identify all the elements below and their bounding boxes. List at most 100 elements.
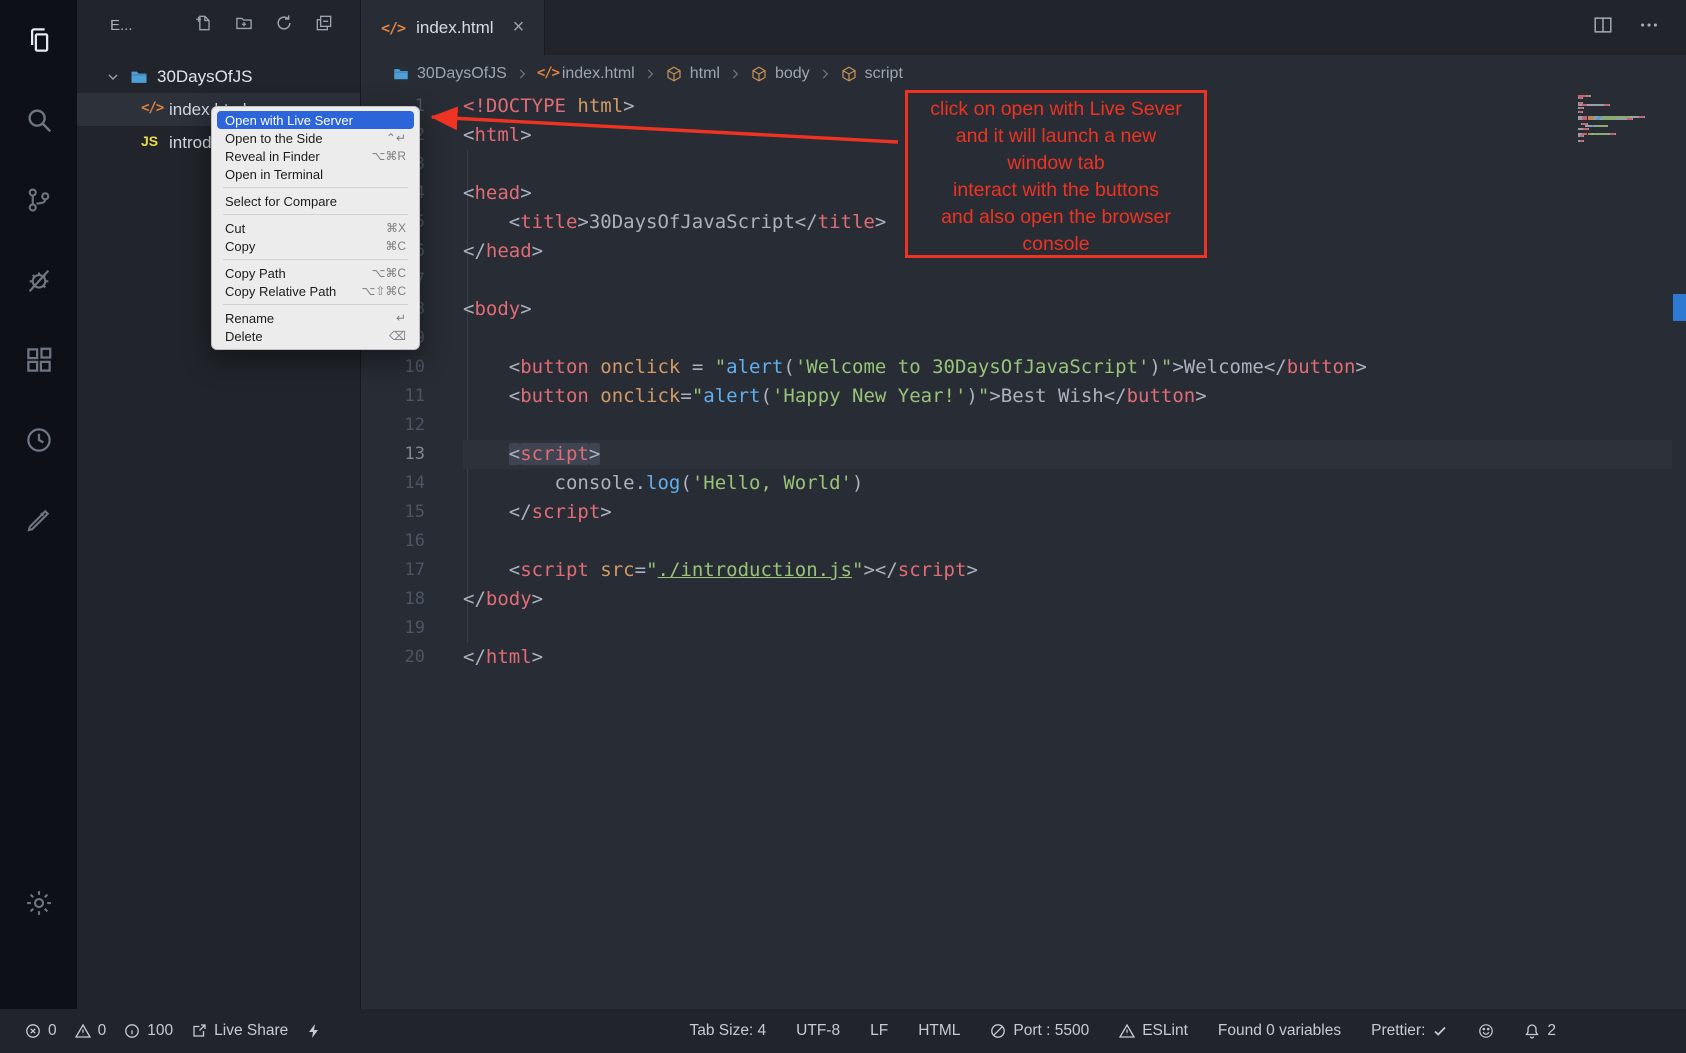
pen-icon [24, 505, 54, 535]
breadcrumb-index-html[interactable]: </>index.html [537, 65, 635, 83]
menu-item-rename[interactable]: Rename↵ [217, 309, 414, 327]
menu-item-open-to-the-side[interactable]: Open to the Side⌃↵ [217, 129, 414, 147]
folder-blue-icon [392, 65, 410, 83]
code-line-content: <script src="./introduction.js"></script… [463, 556, 1672, 585]
code-line-16[interactable]: 16 [361, 527, 1672, 556]
status-notifications[interactable]: 2 [1524, 1022, 1556, 1040]
split-editor-button[interactable] [1592, 14, 1614, 41]
status-feedback-smiley[interactable] [1478, 1023, 1494, 1039]
code-line-11[interactable]: 11 <button onclick="alert('Happy New Yea… [361, 382, 1672, 411]
new-folder-button[interactable] [234, 13, 254, 38]
menu-item-reveal-in-finder[interactable]: Reveal in Finder⌥⌘R [217, 147, 414, 165]
split-icon [1592, 14, 1614, 36]
menu-item-delete[interactable]: Delete⌫ [217, 327, 414, 345]
activity-item-source-control[interactable] [0, 160, 77, 240]
tab-index-html[interactable]: </>index.html× [361, 0, 545, 55]
code-line-13[interactable]: 13 <script> [361, 440, 1672, 469]
breadcrumb-script[interactable]: script [840, 65, 903, 83]
code-line-8[interactable]: 8<body> [361, 295, 1672, 324]
gear-icon [24, 888, 54, 918]
code-line-20[interactable]: 20</html> [361, 643, 1672, 672]
annotation-line: window tab [908, 150, 1204, 177]
status-bar: 00 100 Live Share Tab Size: 4 UTF-8 LF HTML Po… [0, 1009, 1686, 1053]
code-line-content [463, 614, 1672, 643]
code-line-15[interactable]: 15 </script> [361, 498, 1672, 527]
menu-item-select-for-compare[interactable]: Select for Compare [217, 192, 414, 210]
editor-actions [1592, 0, 1686, 55]
menu-item-cut[interactable]: Cut⌘X [217, 219, 414, 237]
menu-item-label: Rename [225, 311, 274, 326]
status-quick-action[interactable] [306, 1023, 322, 1039]
status-label: LF [870, 1022, 888, 1040]
menu-item-open-with-live-server[interactable]: Open with Live Server [217, 111, 414, 129]
menu-item-copy[interactable]: Copy⌘C [217, 237, 414, 255]
status-live-server-port[interactable]: Port : 5500 [990, 1022, 1089, 1040]
line-number: 11 [361, 382, 463, 411]
tab-label: index.html [416, 18, 493, 38]
code-line-10[interactable]: 10 <button onclick = "alert('Welcome to … [361, 353, 1672, 382]
code-line-content [463, 266, 1672, 295]
activity-item-search[interactable] [0, 80, 77, 160]
files-icon [24, 25, 54, 55]
collapse-folders-button[interactable] [314, 13, 334, 38]
status-problems-warnings[interactable]: 0 [75, 1022, 107, 1040]
menu-item-label: Copy [225, 239, 255, 254]
code-line-content: <button onclick="alert('Happy New Year!'… [463, 382, 1672, 411]
search-icon [24, 105, 54, 135]
tree-item-30daysofjs[interactable]: 30DaysOfJS [77, 60, 360, 93]
menu-item-open-in-terminal[interactable]: Open in Terminal [217, 165, 414, 183]
annotation-box: click on open with Live Severand it will… [905, 90, 1207, 258]
new-file-icon [194, 13, 214, 33]
code-line-12[interactable]: 12 [361, 411, 1672, 440]
status-live-share[interactable]: Live Share [191, 1022, 288, 1040]
line-number: 13 [361, 440, 463, 469]
activity-item-extensions[interactable] [0, 320, 77, 400]
menu-separator [223, 304, 408, 305]
activity-item-feedback[interactable] [0, 480, 77, 560]
close-icon[interactable]: × [513, 16, 525, 39]
line-number: 20 [361, 643, 463, 672]
collapse-all-icon [314, 13, 334, 33]
breadcrumb-html[interactable]: html [665, 65, 720, 83]
activity-item-run-debug[interactable] [0, 240, 77, 320]
menu-item-copy-path[interactable]: Copy Path⌥⌘C [217, 264, 414, 282]
refresh-explorer-button[interactable] [274, 13, 294, 38]
status-eslint[interactable]: ESLint [1119, 1022, 1188, 1040]
status-bar-right: Tab Size: 4 UTF-8 LF HTML Port : 5500 ESLint F… [689, 1022, 1556, 1040]
status-problems-errors[interactable]: 0 [25, 1022, 57, 1040]
menu-separator [223, 187, 408, 188]
status-problems-info[interactable]: 100 [124, 1022, 173, 1040]
warning-triangle-icon [75, 1023, 91, 1039]
menu-item-shortcut: ⌃↵ [386, 131, 406, 145]
code-line-18[interactable]: 18</body> [361, 585, 1672, 614]
breadcrumb-30daysofjs[interactable]: 30DaysOfJS [392, 65, 507, 83]
explorer-header: E... [77, 0, 360, 50]
code-line-7[interactable]: 7 [361, 266, 1672, 295]
status-language-mode[interactable]: HTML [918, 1022, 960, 1040]
warning-triangle-icon [1119, 1023, 1135, 1039]
chevron-right-icon [818, 67, 832, 81]
activity-item-manage[interactable] [0, 863, 77, 943]
status-encoding[interactable]: UTF-8 [796, 1022, 840, 1040]
status-eol[interactable]: LF [870, 1022, 888, 1040]
code-line-17[interactable]: 17 <script src="./introduction.js"></scr… [361, 556, 1672, 585]
menu-item-label: Open with Live Server [225, 113, 353, 128]
symbol-cube-icon [840, 65, 858, 83]
menu-item-copy-relative-path[interactable]: Copy Relative Path⌥⇧⌘C [217, 282, 414, 300]
code-line-9[interactable]: 9 [361, 324, 1672, 353]
minimap[interactable] [1578, 95, 1670, 142]
bell-icon [1524, 1023, 1540, 1039]
status-tab-size[interactable]: Tab Size: 4 [689, 1022, 766, 1040]
more-actions-button[interactable] [1638, 14, 1660, 41]
new-file-button[interactable] [194, 13, 214, 38]
menu-item-label: Copy Path [225, 266, 286, 281]
breadcrumb-label: 30DaysOfJS [417, 65, 507, 83]
breadcrumb-body[interactable]: body [750, 65, 810, 83]
code-line-19[interactable]: 19 [361, 614, 1672, 643]
status-prettier[interactable]: Prettier: [1371, 1022, 1448, 1040]
folder-blue-icon [129, 67, 149, 87]
status-found-variables[interactable]: Found 0 variables [1218, 1022, 1341, 1040]
activity-item-timeline[interactable] [0, 400, 77, 480]
code-line-14[interactable]: 14 console.log('Hello, World') [361, 469, 1672, 498]
activity-item-explorer[interactable] [0, 0, 77, 80]
